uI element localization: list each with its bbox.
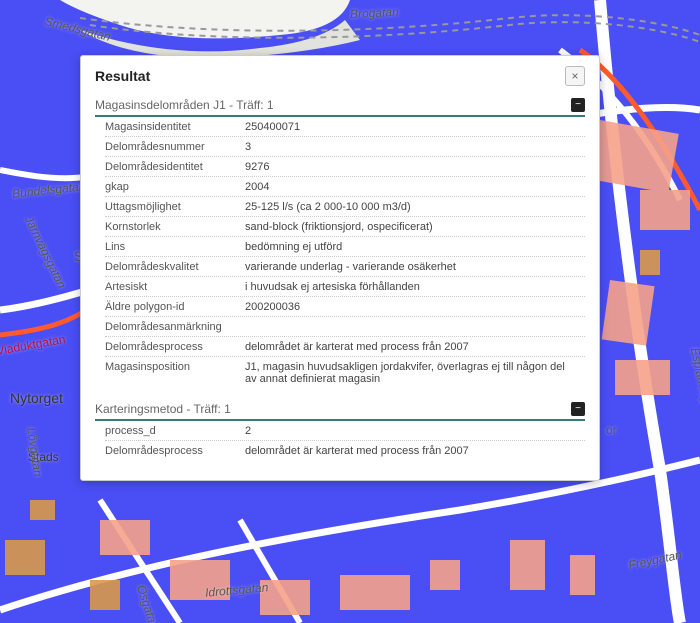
section-rows: Magasinsidentitet250400071Delområdesnumm… bbox=[95, 117, 585, 392]
section-header[interactable]: Magasinsdelområden J1 - Träff: 1 − bbox=[95, 94, 585, 117]
dialog-title: Resultat bbox=[95, 68, 150, 84]
attribute-label: process_d bbox=[105, 425, 245, 437]
attribute-value: 3 bbox=[245, 141, 585, 153]
place-label: or bbox=[606, 423, 617, 437]
attribute-value: 250400071 bbox=[245, 121, 585, 133]
attribute-row: Delområdesanmärkning bbox=[105, 317, 585, 337]
dialog-header: Resultat × bbox=[95, 66, 585, 86]
collapse-icon[interactable]: − bbox=[571, 98, 585, 112]
attribute-row: Linsbedömning ej utförd bbox=[105, 237, 585, 257]
attribute-label: Delområdesanmärkning bbox=[105, 321, 245, 333]
attribute-label: Delområdesidentitet bbox=[105, 161, 245, 173]
attribute-label: Magasinsposition bbox=[105, 361, 245, 373]
place-label: Nytorget bbox=[10, 390, 63, 406]
attribute-value: 25-125 l/s (ca 2 000-10 000 m3/d) bbox=[245, 201, 585, 213]
attribute-row: Delområdesprocessdelområdet är karterat … bbox=[105, 337, 585, 357]
result-dialog: Resultat × Magasinsdelområden J1 - Träff… bbox=[80, 55, 600, 481]
attribute-value: delområdet är karterat med process från … bbox=[245, 341, 585, 353]
attribute-value: J1, magasin huvudsakligen jordakvifer, ö… bbox=[245, 361, 585, 385]
section-header[interactable]: Karteringsmetod - Träff: 1 − bbox=[95, 398, 585, 421]
attribute-label: Äldre polygon-id bbox=[105, 301, 245, 313]
attribute-row: MagasinspositionJ1, magasin huvudsaklige… bbox=[105, 357, 585, 388]
attribute-row: Magasinsidentitet250400071 bbox=[105, 117, 585, 137]
attribute-value: sand-block (friktionsjord, ospecificerat… bbox=[245, 221, 585, 233]
attribute-row: Delområdeskvalitetvarierande underlag - … bbox=[105, 257, 585, 277]
attribute-value: bedömning ej utförd bbox=[245, 241, 585, 253]
collapse-icon[interactable]: − bbox=[571, 402, 585, 416]
attribute-value: 2 bbox=[245, 425, 585, 437]
attribute-label: Delområdesprocess bbox=[105, 341, 245, 353]
attribute-value: delområdet är karterat med process från … bbox=[245, 445, 585, 457]
attribute-value: varierande underlag - varierande osäkerh… bbox=[245, 261, 585, 273]
attribute-label: Uttagsmöjlighet bbox=[105, 201, 245, 213]
section-rows: process_d2Delområdesprocessdelområdet är… bbox=[95, 421, 585, 464]
attribute-value: i huvudsak ej artesiska förhållanden bbox=[245, 281, 585, 293]
attribute-value: 200200036 bbox=[245, 301, 585, 313]
attribute-label: Delområdesnummer bbox=[105, 141, 245, 153]
attribute-label: Lins bbox=[105, 241, 245, 253]
attribute-label: Delområdeskvalitet bbox=[105, 261, 245, 273]
attribute-label: Kornstorlek bbox=[105, 221, 245, 233]
attribute-row: gkap2004 bbox=[105, 177, 585, 197]
attribute-row: Delområdesnummer3 bbox=[105, 137, 585, 157]
section-title: Karteringsmetod - Träff: 1 bbox=[95, 402, 231, 416]
close-icon[interactable]: × bbox=[565, 66, 585, 86]
attribute-row: Delområdesidentitet9276 bbox=[105, 157, 585, 177]
attribute-row: Artesiskti huvudsak ej artesiska förhåll… bbox=[105, 277, 585, 297]
attribute-label: Delområdesprocess bbox=[105, 445, 245, 457]
attribute-row: Kornstorleksand-block (friktionsjord, os… bbox=[105, 217, 585, 237]
attribute-label: Magasinsidentitet bbox=[105, 121, 245, 133]
section-title: Magasinsdelområden J1 - Träff: 1 bbox=[95, 98, 274, 112]
street-label: Brogatan bbox=[350, 5, 399, 22]
attribute-label: gkap bbox=[105, 181, 245, 193]
attribute-row: process_d2 bbox=[105, 421, 585, 441]
attribute-row: Äldre polygon-id200200036 bbox=[105, 297, 585, 317]
attribute-value: 2004 bbox=[245, 181, 585, 193]
attribute-label: Artesiskt bbox=[105, 281, 245, 293]
attribute-row: Delområdesprocessdelområdet är karterat … bbox=[105, 441, 585, 460]
attribute-row: Uttagsmöjlighet25-125 l/s (ca 2 000-10 0… bbox=[105, 197, 585, 217]
attribute-value: 9276 bbox=[245, 161, 585, 173]
